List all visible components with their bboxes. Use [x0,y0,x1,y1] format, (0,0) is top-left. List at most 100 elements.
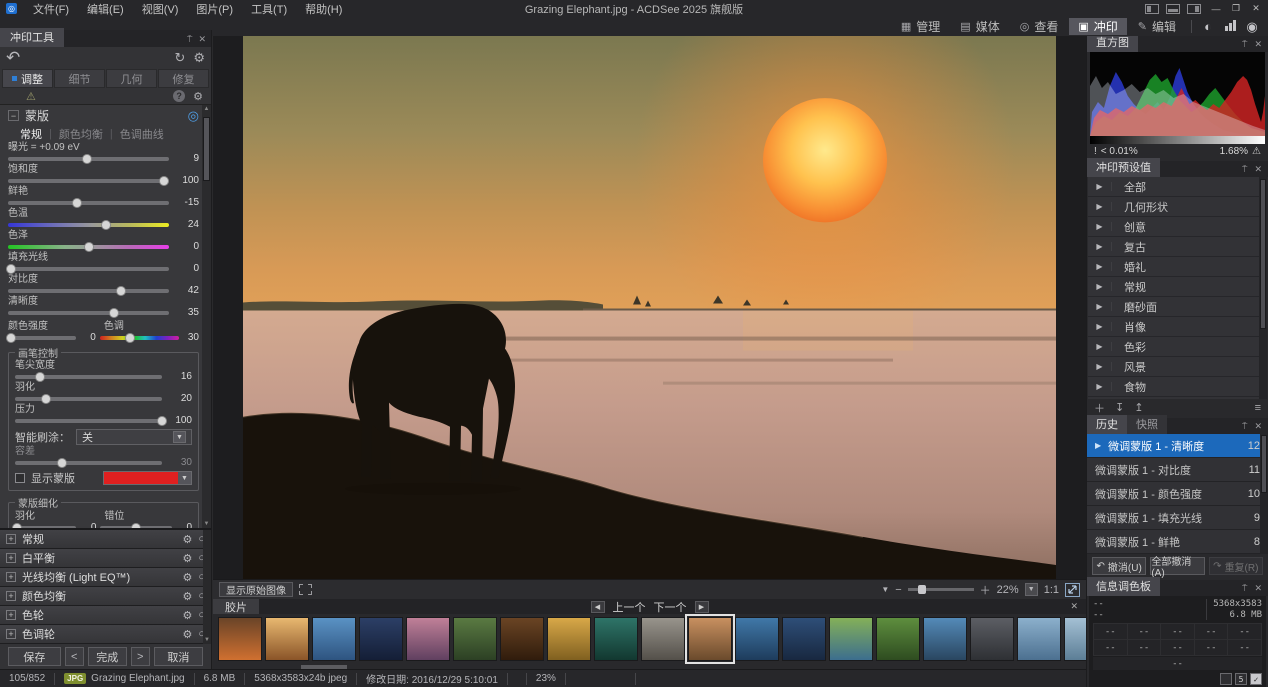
preset-category[interactable]: ▶ 创意 [1088,217,1267,237]
expand-arrow-icon[interactable]: ▶ [1088,322,1112,331]
sample-size-button[interactable]: 5 [1235,673,1247,685]
sections-scrollbar[interactable]: ▼ [203,530,211,644]
thumbnail[interactable] [735,617,779,661]
done-button[interactable]: 完成 [88,647,127,666]
show-mask-checkbox[interactable] [15,473,25,483]
thumbnail[interactable] [453,617,497,661]
collapsed-section[interactable]: + 光线均衡 (Light EQ™) ⚙ ○ [0,568,211,587]
collapsed-section[interactable]: + 色轮 ⚙ ○ [0,606,211,625]
mask-section-header[interactable]: − 蒙版 ◎ [8,107,199,124]
presets-tab[interactable]: 冲印预设值 [1087,158,1160,177]
close-icon[interactable]: ✕ [1254,164,1262,175]
preset-category[interactable]: ▶ 婚礼 [1088,257,1267,277]
pin-icon[interactable]: ⍑ [187,34,192,45]
info-palette-tab[interactable]: 信息调色板 [1087,577,1160,596]
expand-icon[interactable]: + [6,591,16,601]
pin-icon[interactable]: ⍑ [1242,583,1247,594]
slider-track[interactable] [8,267,169,271]
next-arrow-icon[interactable]: ▶ [695,601,709,613]
expand-icon[interactable]: + [6,534,16,544]
slider-thumb[interactable] [84,242,94,252]
layout-bottom-panel-icon[interactable] [1166,4,1180,14]
slider-thumb[interactable] [101,220,111,230]
expand-arrow-icon[interactable]: ▶ [1088,202,1112,211]
thumbnail[interactable] [1017,617,1061,661]
preset-category[interactable]: ▶ 几何形状 [1088,197,1267,217]
snapshot-tab[interactable]: 快照 [1127,415,1167,434]
save-button[interactable]: 保存 [8,647,61,666]
section-gear-icon[interactable]: ⚙ [182,609,192,622]
zoom-dropdown[interactable]: ▼ [1025,583,1038,596]
thumbnail[interactable] [218,617,262,661]
layout-right-panel-icon[interactable] [1187,4,1201,14]
history-item[interactable]: 微调蒙版 1 - 填充光线 9 [1087,506,1268,530]
menu-item[interactable]: 文件(F) [25,0,77,18]
mode-button[interactable]: ✎ 编辑 [1129,18,1185,35]
zoom-slider[interactable] [908,588,974,591]
develop-tab[interactable]: 细节 [54,69,105,88]
menu-item[interactable]: 图片(P) [188,0,241,18]
mode-button[interactable]: ▤ 媒体 [951,18,1008,35]
zoom-menu-icon[interactable]: ▼ [881,585,889,594]
slider-track[interactable] [8,201,169,205]
expand-icon[interactable]: + [6,572,16,582]
slider-track[interactable] [8,223,169,227]
dashboard-icon[interactable] [1220,19,1240,34]
history-item[interactable]: 微调蒙版 1 - 颜色强度 10 [1087,482,1268,506]
undo-button[interactable]: ↶撤消(U) [1092,557,1146,575]
export-preset-icon[interactable]: ↥ [1134,401,1143,414]
close-button[interactable]: ✕ [1248,3,1264,15]
slider-thumb[interactable] [82,154,92,164]
thumbnail[interactable] [641,617,685,661]
develop-tab[interactable]: 几何 [106,69,157,88]
preset-options-icon[interactable]: ≡ [1255,402,1261,414]
slider-thumb[interactable] [57,458,67,468]
mode-button[interactable]: ◎ 查看 [1011,18,1068,35]
slider-track[interactable] [15,397,162,401]
previous-arrow-icon[interactable]: ◀ [591,601,605,613]
menu-item[interactable]: 工具(T) [243,0,295,18]
thumbnail[interactable] [500,617,544,661]
slider-thumb[interactable] [125,333,135,343]
develop-tab[interactable]: 调整 [2,69,53,88]
history-tab[interactable]: 历史 [1087,415,1127,434]
slider-thumb[interactable] [35,372,45,382]
thumbnail[interactable] [829,617,873,661]
menu-item[interactable]: 编辑(E) [79,0,132,18]
subtab-general[interactable]: 常规 [20,126,42,142]
close-icon[interactable]: ✕ [1254,421,1262,432]
collapsed-section[interactable]: + 颜色均衡 ⚙ ○ [0,587,211,606]
slider-thumb[interactable] [41,394,51,404]
section-gear-icon[interactable]: ⚙ [182,552,192,565]
slider-track[interactable] [8,311,169,315]
expand-arrow-icon[interactable]: ▶ [1088,282,1112,291]
undo-icon[interactable]: ↶ [6,48,20,68]
thumbnail[interactable] [876,617,920,661]
expand-arrow-icon[interactable]: ▶ [1088,362,1112,371]
hue-track[interactable] [100,336,179,340]
redo-button[interactable]: ↷重复(R) [1209,557,1263,575]
preset-category[interactable]: ▶ 色彩 [1088,337,1267,357]
mode-button[interactable]: ▦ 管理 [892,18,949,35]
section-gear-icon[interactable]: ⚙ [182,533,192,546]
section-gear-icon[interactable]: ⚙ [182,571,192,584]
color-intensity-track[interactable] [8,336,76,340]
slider-thumb[interactable] [159,176,169,186]
slider-track[interactable] [8,245,169,249]
expand-icon[interactable]: + [6,553,16,563]
highlight-clip-icon[interactable]: ⚠ [1252,146,1261,157]
thumbnail[interactable] [688,617,732,661]
actual-size-label[interactable]: 1:1 [1044,584,1059,596]
preset-category[interactable]: ▶ 常规 [1088,277,1267,297]
slider-thumb[interactable] [109,308,119,318]
thumbnail[interactable] [970,617,1014,661]
next-label[interactable]: 下一个 [654,599,687,615]
cancel-button[interactable]: 取消 [154,647,203,666]
settings-gear-icon[interactable]: ⚙ [193,50,205,66]
develop-tab[interactable]: 修复 [158,69,209,88]
expand-arrow-icon[interactable]: ▶ [1088,242,1112,251]
collapse-icon[interactable]: − [8,110,19,121]
preset-category[interactable]: ▶ 风景 [1088,357,1267,377]
thumbnail[interactable] [359,617,403,661]
history-item[interactable]: 微调蒙版 1 - 清晰度 12 [1087,434,1268,458]
